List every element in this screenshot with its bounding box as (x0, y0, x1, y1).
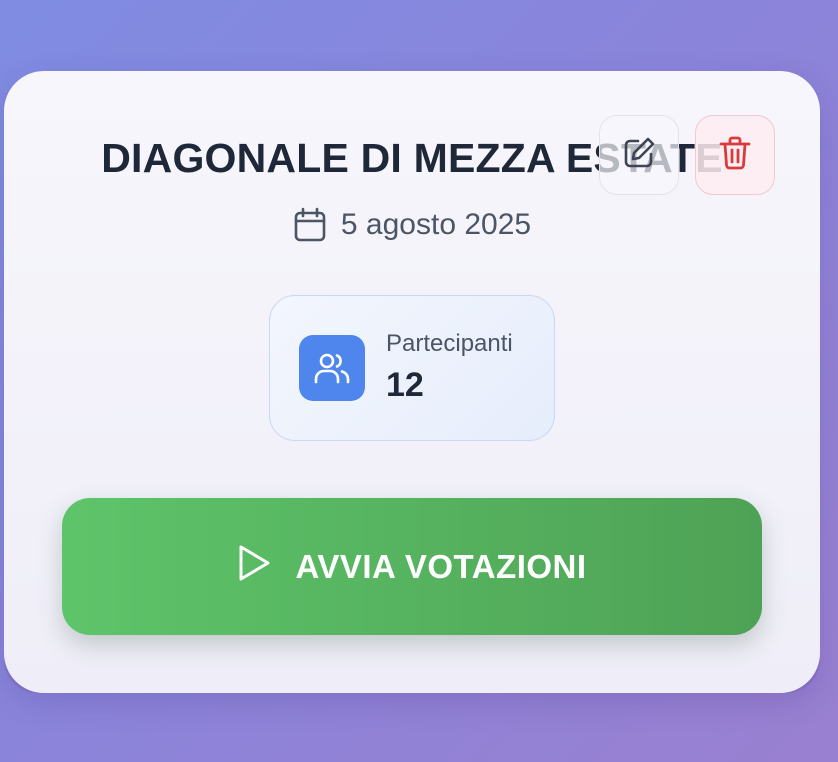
edit-button[interactable] (599, 115, 679, 195)
calendar-icon (293, 207, 327, 243)
start-voting-button[interactable]: AVVIA VOTAZIONI (62, 498, 762, 635)
play-icon (237, 544, 271, 590)
event-date-row: 5 agosto 2025 (4, 207, 820, 243)
participants-count: 12 (386, 366, 424, 404)
users-icon (299, 335, 365, 401)
trash-icon (719, 136, 751, 175)
header-remnant (230, 0, 610, 8)
participants-stat: Partecipanti 12 (269, 295, 555, 441)
edit-icon (622, 136, 656, 175)
delete-button[interactable] (695, 115, 775, 195)
event-date: 5 agosto 2025 (340, 208, 532, 241)
event-card: DIAGONALE DI MEZZA ESTATE 5 agosto 2025 (4, 71, 820, 693)
participants-label: Partecipanti (386, 330, 513, 357)
start-voting-label: AVVIA VOTAZIONI (295, 547, 587, 585)
